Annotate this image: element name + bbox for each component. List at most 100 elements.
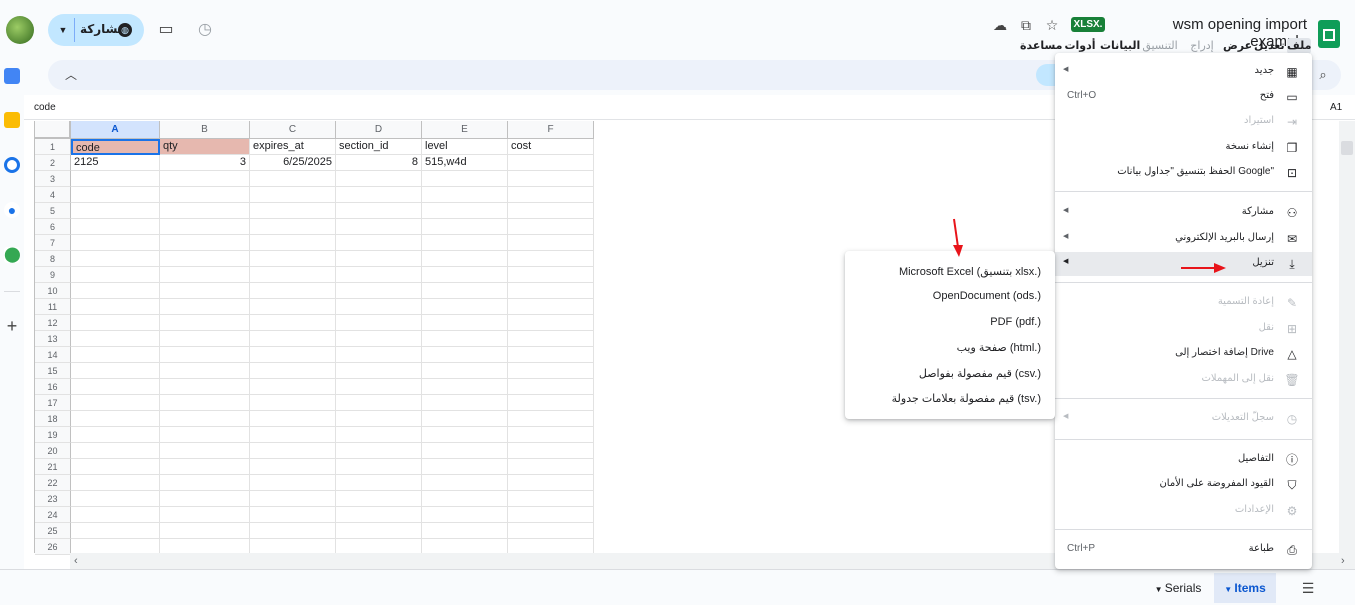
empty-cell[interactable]	[160, 507, 250, 523]
cell-e2[interactable]: 515,w4d	[422, 155, 508, 171]
empty-cell[interactable]	[160, 363, 250, 379]
empty-cell[interactable]	[160, 395, 250, 411]
empty-cell[interactable]	[160, 491, 250, 507]
scroll-right-icon[interactable]: ›	[1341, 555, 1345, 567]
empty-cell[interactable]	[422, 427, 508, 443]
column-header-f[interactable]: F	[508, 121, 594, 139]
row-header[interactable]: 3	[35, 171, 71, 187]
empty-cell[interactable]	[422, 459, 508, 475]
empty-cell[interactable]	[250, 379, 336, 395]
empty-cell[interactable]	[336, 187, 422, 203]
empty-cell[interactable]	[71, 507, 160, 523]
row-header[interactable]: 24	[35, 507, 71, 523]
empty-cell[interactable]	[336, 427, 422, 443]
empty-cell[interactable]	[422, 475, 508, 491]
empty-cell[interactable]	[71, 379, 160, 395]
empty-cell[interactable]	[336, 459, 422, 475]
empty-cell[interactable]	[160, 427, 250, 443]
empty-cell[interactable]	[422, 395, 508, 411]
empty-cell[interactable]	[71, 459, 160, 475]
empty-cell[interactable]	[336, 267, 422, 283]
keep-icon[interactable]	[4, 112, 20, 128]
row-header[interactable]: 23	[35, 491, 71, 507]
cell-c1[interactable]: expires_at	[250, 139, 336, 155]
row-header[interactable]: 17	[35, 395, 71, 411]
empty-cell[interactable]	[160, 251, 250, 267]
menu-item-email[interactable]: ◀ إرسال بالبريد الإلكتروني ✉	[1055, 227, 1312, 251]
row-header[interactable]: 12	[35, 315, 71, 331]
empty-cell[interactable]	[422, 379, 508, 395]
empty-cell[interactable]	[160, 171, 250, 187]
empty-cell[interactable]	[508, 523, 594, 539]
empty-cell[interactable]	[336, 219, 422, 235]
menu-item-print[interactable]: Ctrl+P طباعة ⎙	[1055, 538, 1312, 562]
menu-item-add-shortcut[interactable]: إضافة اختصار إلى Drive △	[1055, 342, 1312, 366]
collapse-toolbar-icon[interactable]: ︿	[62, 66, 80, 84]
empty-cell[interactable]	[250, 443, 336, 459]
empty-cell[interactable]	[160, 475, 250, 491]
empty-cell[interactable]	[160, 299, 250, 315]
row-header[interactable]: 25	[35, 523, 71, 539]
empty-cell[interactable]	[71, 283, 160, 299]
empty-cell[interactable]	[250, 475, 336, 491]
spreadsheet-grid[interactable]: A B C D E F 1 2 3 4 5 6 7 8 9 10 11 12 13 14 15 16 17 18 1…	[34, 121, 594, 555]
history-icon[interactable]: ◷	[196, 21, 214, 39]
empty-cell[interactable]	[250, 427, 336, 443]
empty-cell[interactable]	[422, 235, 508, 251]
menu-edit[interactable]: تعديل	[1254, 38, 1285, 54]
empty-cell[interactable]	[508, 283, 594, 299]
empty-cell[interactable]	[71, 347, 160, 363]
empty-cell[interactable]	[250, 187, 336, 203]
menu-item-details[interactable]: التفاصيل ⓘ	[1055, 448, 1312, 472]
row-header[interactable]: 16	[35, 379, 71, 395]
empty-cell[interactable]	[71, 427, 160, 443]
menu-item-save-as-sheets[interactable]: الحفظ بتنسيق "جداول بيانات Google" ⊡	[1055, 161, 1312, 185]
empty-cell[interactable]	[422, 171, 508, 187]
toolbar-highlight[interactable]	[1036, 64, 1056, 86]
empty-cell[interactable]	[71, 363, 160, 379]
empty-cell[interactable]	[508, 475, 594, 491]
menu-insert[interactable]: إدراج	[1185, 38, 1219, 54]
empty-cell[interactable]	[160, 267, 250, 283]
menu-item-share[interactable]: ◀ مشاركة ⚇	[1055, 201, 1312, 225]
empty-cell[interactable]	[71, 491, 160, 507]
empty-cell[interactable]	[336, 203, 422, 219]
cell-c2[interactable]: 6/25/2025	[250, 155, 336, 171]
cell-d1[interactable]: section_id	[336, 139, 422, 155]
empty-cell[interactable]	[422, 523, 508, 539]
row-header[interactable]: 20	[35, 443, 71, 459]
empty-cell[interactable]	[508, 187, 594, 203]
empty-cell[interactable]	[160, 347, 250, 363]
sheet-tab-items[interactable]: ▼ Items	[1214, 573, 1276, 603]
empty-cell[interactable]	[508, 347, 594, 363]
empty-cell[interactable]	[71, 203, 160, 219]
empty-cell[interactable]	[71, 523, 160, 539]
empty-cell[interactable]	[336, 251, 422, 267]
empty-cell[interactable]	[336, 331, 422, 347]
maps-icon[interactable]: ⬤	[4, 247, 21, 263]
row-header[interactable]: 13	[35, 331, 71, 347]
search-icon[interactable]: ⌕	[1314, 66, 1332, 84]
empty-cell[interactable]	[508, 315, 594, 331]
empty-cell[interactable]	[336, 379, 422, 395]
sheet-tab-serials[interactable]: ▼ Serials	[1148, 573, 1208, 603]
cell-b1[interactable]: qty	[160, 139, 250, 155]
empty-cell[interactable]	[508, 267, 594, 283]
menu-item-open[interactable]: Ctrl+O فتح ▭	[1055, 85, 1312, 109]
empty-cell[interactable]	[71, 267, 160, 283]
empty-cell[interactable]	[71, 443, 160, 459]
row-header[interactable]: 10	[35, 283, 71, 299]
empty-cell[interactable]	[71, 235, 160, 251]
row-header[interactable]: 11	[35, 299, 71, 315]
column-header-c[interactable]: C	[250, 121, 336, 139]
empty-cell[interactable]	[250, 219, 336, 235]
column-header-d[interactable]: D	[336, 121, 422, 139]
empty-cell[interactable]	[250, 507, 336, 523]
empty-cell[interactable]	[422, 187, 508, 203]
empty-cell[interactable]	[336, 475, 422, 491]
empty-cell[interactable]	[250, 331, 336, 347]
all-sheets-icon[interactable]: ☰	[1299, 579, 1317, 597]
cell-b2[interactable]: 3	[160, 155, 250, 171]
vertical-scrollbar[interactable]	[1339, 121, 1355, 553]
menu-item-security[interactable]: القيود المفروضة على الأمان ⛉	[1055, 473, 1312, 497]
